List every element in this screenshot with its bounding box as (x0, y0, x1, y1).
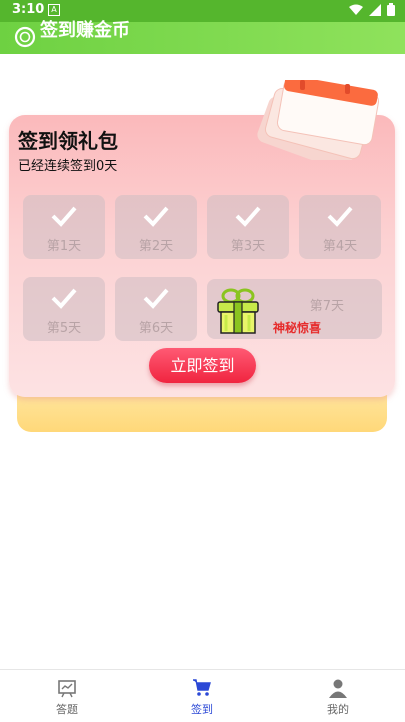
signal-icon (369, 3, 381, 16)
nav-label: 签到 (191, 703, 213, 716)
page-title: 签到赚金币 (40, 20, 130, 41)
wifi-icon (349, 4, 363, 15)
day-tile-6[interactable]: 第6天 (115, 277, 197, 341)
day-tile-4[interactable]: 第4天 (299, 195, 381, 259)
day-label: 第3天 (230, 239, 266, 254)
check-icon (143, 288, 169, 309)
day-tile-7[interactable]: 第7天 神秘惊喜 (207, 279, 382, 339)
day-label: 第1天 (46, 239, 82, 254)
day-label: 第6天 (138, 321, 174, 336)
notification-icon: A (48, 4, 60, 16)
battery-icon (387, 3, 395, 16)
nav-label: 答题 (56, 703, 78, 716)
app-bar: 签到赚金币 (0, 20, 405, 54)
day-tile-1[interactable]: 第1天 (23, 195, 105, 259)
day-tile-5[interactable]: 第5天 (23, 277, 105, 341)
cart-icon (193, 679, 211, 696)
check-icon (51, 288, 77, 309)
nav-item-checkin[interactable]: 签到 (162, 670, 242, 722)
sign-in-button[interactable]: 立即签到 (149, 348, 256, 383)
quiz-icon (58, 680, 76, 698)
day-label: 第7天 (309, 299, 344, 314)
day-tile-2[interactable]: 第2天 (115, 195, 197, 259)
day-label: 第5天 (46, 321, 82, 336)
refresh-icon[interactable] (14, 26, 36, 48)
nav-label: 我的 (327, 703, 349, 716)
gift-icon (217, 288, 259, 334)
bottom-nav: 答题 签到 我的 (0, 669, 405, 722)
checkin-title: 签到领礼包 (18, 129, 118, 153)
nav-item-quiz[interactable]: 答题 (27, 670, 107, 722)
check-icon (235, 206, 261, 227)
day-tile-3[interactable]: 第3天 (207, 195, 289, 259)
status-time: 3:10 (12, 2, 45, 17)
system-icons (349, 3, 395, 16)
calendar-icon (257, 80, 380, 160)
surprise-text: 神秘惊喜 (273, 321, 322, 335)
day-label: 第2天 (138, 239, 174, 254)
person-icon (329, 679, 347, 698)
check-icon (327, 206, 353, 227)
check-icon (143, 206, 169, 227)
nav-item-profile[interactable]: 我的 (298, 670, 378, 722)
checkin-streak: 已经连续签到0天 (18, 159, 118, 174)
day-label: 第4天 (322, 239, 358, 254)
check-icon (51, 206, 77, 227)
